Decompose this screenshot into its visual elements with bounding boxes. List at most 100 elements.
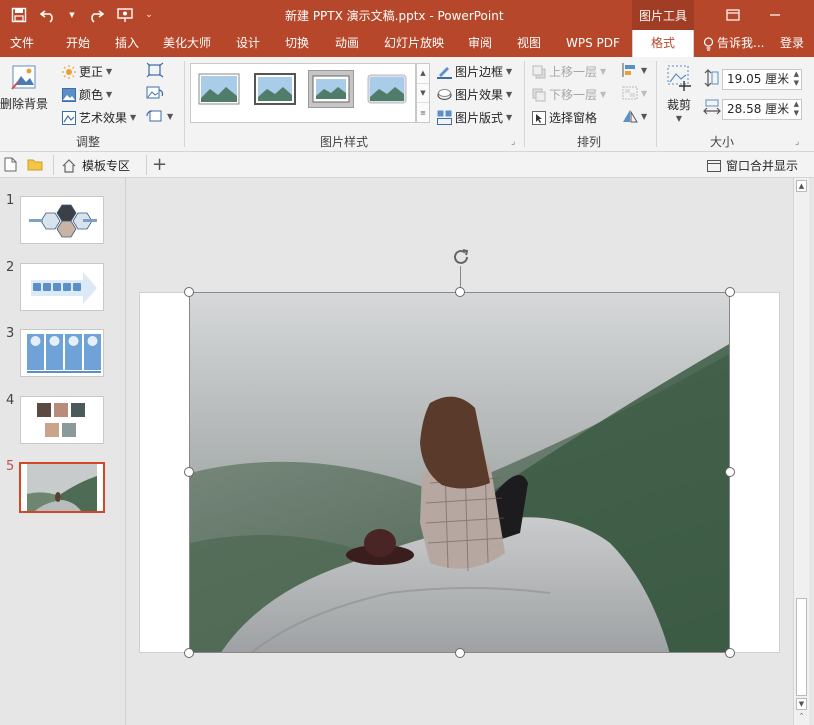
color-button[interactable]: 颜色 ▼	[62, 86, 112, 103]
picture-effects-label: 图片效果	[455, 88, 504, 102]
customize-qat-icon[interactable]: ⌄	[144, 4, 154, 26]
picture-effects-button[interactable]: 图片效果 ▼	[437, 86, 512, 103]
artistic-effects-button[interactable]: 艺术效果 ▼	[62, 109, 136, 126]
slide-thumbnail-2[interactable]	[20, 263, 104, 311]
width-spinner[interactable]: ▲ ▼	[794, 100, 799, 118]
picture-color-icon	[62, 87, 76, 102]
bring-forward-button[interactable]: 上移一层 ▼	[532, 63, 606, 80]
selection-pane-button[interactable]: 选择窗格	[532, 109, 597, 126]
group-objects-icon[interactable]: ▼	[622, 86, 647, 100]
tab-view[interactable]: 视图	[517, 30, 541, 57]
tab-home[interactable]: 开始	[66, 30, 90, 57]
picture-layout-button[interactable]: 图片版式 ▼	[437, 109, 512, 126]
window-merge-label: 窗口合并显示	[726, 159, 799, 173]
picture-tools-header: 图片工具	[632, 0, 694, 30]
picture-border-button[interactable]: 图片边框 ▼	[437, 63, 512, 80]
slide-thumbnail-5[interactable]	[19, 462, 105, 513]
size-group-label: 大小	[710, 135, 735, 149]
add-tab-icon[interactable]: +	[152, 154, 167, 175]
slide-thumbnail-4[interactable]	[20, 396, 104, 444]
tab-beautify[interactable]: 美化大师	[163, 30, 211, 57]
send-backward-icon	[532, 88, 546, 101]
gallery-scroll: ▲ ▼ ≡	[416, 63, 430, 123]
resize-handle-bottom-left[interactable]	[184, 648, 194, 658]
ribbon-format: 删除背景 更正 ▼ 颜色 ▼ 艺术效果 ▼ ▼ 调整 ▲ ▼ ≡ 图片边框 ▼ …	[0, 57, 814, 152]
tab-animations[interactable]: 动画	[335, 30, 359, 57]
undo-icon[interactable]	[38, 4, 60, 26]
group-divider	[184, 61, 185, 147]
slide-thumbnail-3[interactable]	[20, 329, 104, 377]
presenter-icon[interactable]	[114, 4, 136, 26]
remove-background-label: 删除背景	[0, 97, 49, 111]
resize-handle-bottom[interactable]	[455, 648, 465, 658]
resize-handle-bottom-right[interactable]	[725, 648, 735, 658]
tab-slideshow[interactable]: 幻灯片放映	[384, 30, 444, 57]
selection-pane-icon	[532, 110, 546, 125]
tab-file[interactable]: 文件	[10, 30, 34, 57]
crop-button[interactable]: 裁剪 ▼	[664, 63, 694, 123]
ribbon-display-icon[interactable]	[713, 0, 753, 30]
align-icon[interactable]: ▼	[622, 63, 647, 77]
tab-design[interactable]: 设计	[236, 30, 260, 57]
tell-me-box[interactable]: 告诉我...	[703, 30, 764, 57]
divider	[53, 155, 54, 175]
slide-number: 3	[6, 326, 15, 341]
resize-handle-left[interactable]	[184, 467, 194, 477]
rotate-handle-icon[interactable]	[450, 246, 472, 268]
width-input[interactable]: 28.58 厘米 ▲ ▼	[722, 99, 802, 120]
redo-icon[interactable]	[84, 4, 106, 26]
new-document-icon[interactable]	[4, 157, 17, 172]
rotate-icon[interactable]: ▼	[622, 109, 647, 123]
scroll-up-icon[interactable]: ▲	[796, 180, 807, 192]
tab-wps-pdf[interactable]: WPS PDF	[566, 30, 620, 57]
resize-handle-top-right[interactable]	[725, 287, 735, 297]
template-zone-tab[interactable]: 模板专区	[62, 157, 130, 174]
picture-styles-launcher-icon[interactable]: ⌟	[511, 137, 515, 147]
gallery-down-icon[interactable]: ▼	[417, 84, 429, 104]
resize-handle-top[interactable]	[455, 287, 465, 297]
picture-style-option-selected[interactable]	[308, 70, 354, 108]
undo-dropdown-icon[interactable]: ▼	[68, 4, 76, 26]
gallery-up-icon[interactable]: ▲	[417, 64, 429, 84]
window-merge-button[interactable]: 窗口合并显示	[707, 157, 798, 174]
corrections-button[interactable]: 更正 ▼	[62, 63, 112, 80]
selected-picture[interactable]	[189, 292, 730, 653]
login-link[interactable]: 登录	[780, 30, 804, 57]
tab-review[interactable]: 审阅	[468, 30, 492, 57]
picture-layout-icon	[437, 110, 452, 125]
slide-number: 1	[6, 193, 15, 208]
photo-girl-on-cliff	[190, 293, 729, 652]
compress-pictures-icon[interactable]	[146, 62, 164, 78]
picture-styles-group-label: 图片样式	[320, 135, 369, 149]
scroll-down-icon[interactable]: ▼	[796, 698, 807, 710]
template-bar: 模板专区 + 窗口合并显示	[0, 152, 814, 178]
slide-number: 4	[6, 393, 15, 408]
tab-insert[interactable]: 插入	[115, 30, 139, 57]
slide-number: 2	[6, 260, 15, 275]
size-launcher-icon[interactable]: ⌟	[795, 137, 799, 147]
bring-forward-icon	[532, 65, 546, 78]
prev-slide-icon[interactable]: ⌃	[796, 712, 807, 722]
save-icon[interactable]	[8, 4, 30, 26]
tab-format[interactable]: 格式	[632, 30, 694, 57]
resize-handle-right[interactable]	[725, 467, 735, 477]
slide-thumbnail-1[interactable]	[20, 196, 104, 244]
vertical-scrollbar[interactable]: ▲ ▼ ⌃	[793, 178, 809, 725]
change-picture-icon[interactable]	[146, 85, 164, 101]
group-divider	[524, 61, 525, 147]
height-spinner[interactable]: ▲ ▼	[794, 70, 799, 88]
folder-icon[interactable]	[27, 158, 43, 171]
remove-background-button[interactable]: 删除背景	[0, 63, 48, 112]
picture-style-option[interactable]	[253, 71, 297, 107]
scroll-thumb[interactable]	[796, 598, 807, 696]
tab-transitions[interactable]: 切换	[285, 30, 309, 57]
picture-style-option[interactable]	[365, 71, 409, 107]
reset-picture-icon[interactable]: ▼	[146, 108, 173, 124]
picture-style-option[interactable]	[197, 71, 241, 107]
send-backward-button[interactable]: 下移一层 ▼	[532, 86, 606, 103]
minimize-icon[interactable]	[755, 0, 795, 30]
gallery-more-icon[interactable]: ≡	[417, 103, 429, 122]
resize-handle-top-left[interactable]	[184, 287, 194, 297]
height-input[interactable]: 19.05 厘米 ▲ ▼	[722, 69, 802, 90]
slide-thumbnails-pane: 1 2 3 4 5	[0, 178, 126, 725]
